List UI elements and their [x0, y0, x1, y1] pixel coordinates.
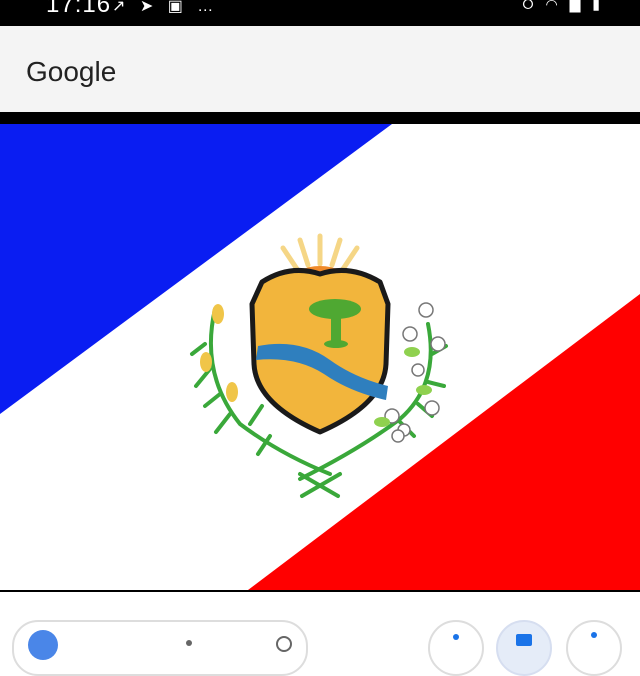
flag-image[interactable] — [0, 124, 640, 590]
pill-dot-icon — [186, 640, 192, 646]
app-title: Google — [26, 56, 117, 87]
save-icon — [516, 634, 532, 646]
image-viewer[interactable] — [0, 112, 640, 592]
signal-icon: ▇ — [569, 0, 581, 12]
more-dots-icon: … — [197, 0, 214, 15]
google-lens-icon — [28, 630, 58, 660]
bottom-action-bar — [0, 592, 640, 676]
send-icon: ➤ — [139, 0, 154, 15]
battery-icon: ▮ — [592, 0, 600, 12]
pill-circle-icon — [276, 636, 292, 652]
status-time: 17:16 — [46, 0, 112, 18]
tree-trunk — [331, 314, 341, 344]
status-icons-left: ↗ ➤ ▣ … — [112, 0, 223, 16]
status-bar: 17:16 ↗ ➤ ▣ … ⭘ ◠ ▇ ▮ — [0, 0, 640, 26]
google-lens-button[interactable] — [12, 620, 308, 676]
app-header: Google — [0, 26, 640, 112]
wifi-icon: ◠ — [545, 0, 558, 12]
save-button[interactable] — [496, 620, 552, 676]
share-icon — [453, 634, 459, 640]
vibrate-icon: ⭘ — [522, 0, 534, 12]
more-button[interactable] — [566, 620, 622, 676]
trend-icon: ↗ — [112, 0, 126, 15]
share-button[interactable] — [428, 620, 484, 676]
gallery-icon: ▣ — [167, 0, 183, 15]
status-icons-right: ⭘ ◠ ▇ ▮ — [514, 0, 600, 13]
more-icon — [591, 632, 597, 638]
